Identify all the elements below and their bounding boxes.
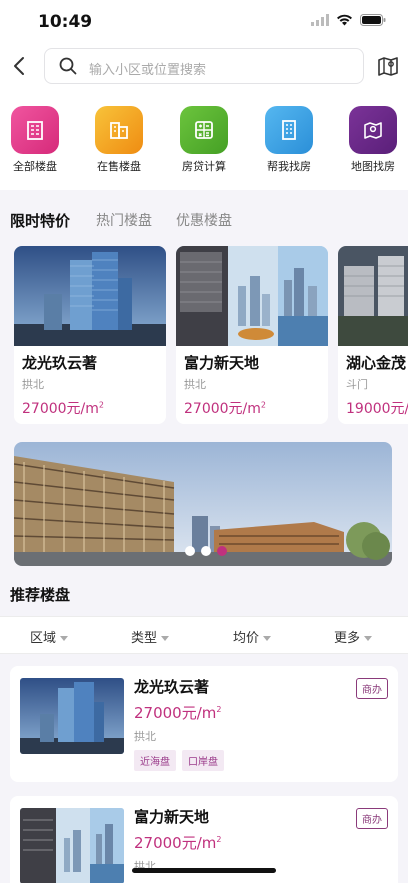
listing-name: 富力新天地 [134, 808, 210, 826]
wifi-icon [337, 14, 352, 26]
chevron-down-icon [161, 636, 170, 641]
featured-card[interactable]: 湖心金茂 斗门 19000元/ [338, 246, 408, 424]
promo-banner[interactable] [14, 442, 392, 566]
quick-nav-label: 在售楼盘 [97, 160, 141, 173]
chevron-down-icon [364, 636, 373, 641]
featured-card[interactable]: 龙光玖云著 拱北 27000元/m2 [14, 246, 166, 424]
status-icons [311, 14, 386, 26]
promo-tabs: 限时特价 热门楼盘 优惠楼盘 [0, 200, 408, 240]
featured-price: 27000元/m2 [184, 400, 266, 417]
building-photo [176, 246, 328, 346]
banner-pagination [185, 546, 227, 556]
filter-bar: 区域 类型 均价 更多 [0, 616, 408, 654]
search-header: 输入小区或位置搜索 [0, 44, 408, 94]
listing-photo [20, 678, 124, 754]
featured-area: 拱北 [22, 378, 44, 391]
featured-name: 富力新天地 [184, 354, 260, 372]
find-house-icon [265, 106, 313, 154]
building-photo [338, 246, 408, 346]
quick-nav-label: 房贷计算 [182, 160, 226, 173]
building-icon [11, 106, 59, 154]
filter-district[interactable]: 区域 [30, 627, 69, 646]
listing-type-badge: 商办 [356, 678, 388, 699]
filter-type[interactable]: 类型 [131, 627, 170, 646]
back-icon[interactable] [8, 54, 32, 78]
featured-card[interactable]: 富力新天地 拱北 27000元/m2 [176, 246, 328, 424]
quick-nav-all-buildings[interactable]: 全部楼盘 [0, 106, 70, 174]
quick-nav-label: 地图找房 [351, 160, 395, 173]
status-time: 10:49 [38, 12, 93, 32]
calculator-icon [180, 106, 228, 154]
home-indicator[interactable] [132, 868, 276, 873]
quick-nav-map-search[interactable]: 地图找房 [338, 106, 408, 174]
map-icon [349, 106, 397, 154]
listing-price: 27000元/m2 [134, 834, 222, 852]
banner-dot[interactable] [201, 546, 211, 556]
signal-icon [311, 14, 329, 26]
search-placeholder: 输入小区或位置搜索 [89, 63, 207, 78]
building-photo [14, 246, 166, 346]
search-input[interactable]: 输入小区或位置搜索 [44, 48, 364, 84]
quick-nav-find-house[interactable]: 帮我找房 [254, 106, 324, 174]
featured-carousel[interactable]: 龙光玖云著 拱北 27000元/m2 富力新天地 拱北 27000元/m2 湖心… [0, 246, 408, 424]
quick-nav-loan-calculator[interactable]: 房贷计算 [169, 106, 239, 174]
listing-tag: 近海盘 [134, 750, 176, 771]
chevron-down-icon [263, 636, 272, 641]
listing-card[interactable]: 龙光玖云著 27000元/m2 拱北 近海盘 口岸盘 商办 [10, 666, 398, 782]
filter-avg-price[interactable]: 均价 [233, 627, 272, 646]
listing-photo [20, 808, 124, 883]
banner-dot[interactable] [185, 546, 195, 556]
featured-price: 19000元/ [346, 401, 408, 417]
listing-name: 龙光玖云著 [134, 678, 210, 696]
featured-name: 湖心金茂 [346, 354, 407, 372]
quick-nav-label: 全部楼盘 [13, 160, 57, 173]
listing-type-badge: 商办 [356, 808, 388, 829]
tab-limited-offer[interactable]: 限时特价 [10, 210, 70, 231]
status-bar: 10:49 [0, 0, 408, 44]
featured-area: 拱北 [184, 378, 206, 391]
quick-nav-label: 帮我找房 [267, 160, 311, 173]
search-icon [59, 57, 77, 75]
on-sale-icon [95, 106, 143, 154]
listing-tag: 口岸盘 [182, 750, 224, 771]
quick-nav: 全部楼盘 在售楼盘 房贷计算 帮我找房 地图找房 [0, 94, 408, 190]
recommend-title: 推荐楼盘 [10, 586, 71, 604]
featured-name: 龙光玖云著 [22, 354, 98, 372]
listing-area: 拱北 [134, 730, 156, 743]
chevron-down-icon [60, 636, 69, 641]
tab-discount-buildings[interactable]: 优惠楼盘 [176, 210, 232, 230]
listing-price: 27000元/m2 [134, 704, 222, 722]
tab-hot-buildings[interactable]: 热门楼盘 [96, 210, 152, 230]
listing-tags: 近海盘 口岸盘 [134, 750, 224, 771]
featured-area: 斗门 [346, 378, 368, 391]
battery-icon [360, 14, 386, 26]
featured-price: 27000元/m2 [22, 400, 104, 417]
banner-dot-active[interactable] [217, 546, 227, 556]
quick-nav-on-sale[interactable]: 在售楼盘 [84, 106, 154, 174]
map-icon[interactable] [376, 54, 400, 78]
filter-more[interactable]: 更多 [334, 627, 373, 646]
